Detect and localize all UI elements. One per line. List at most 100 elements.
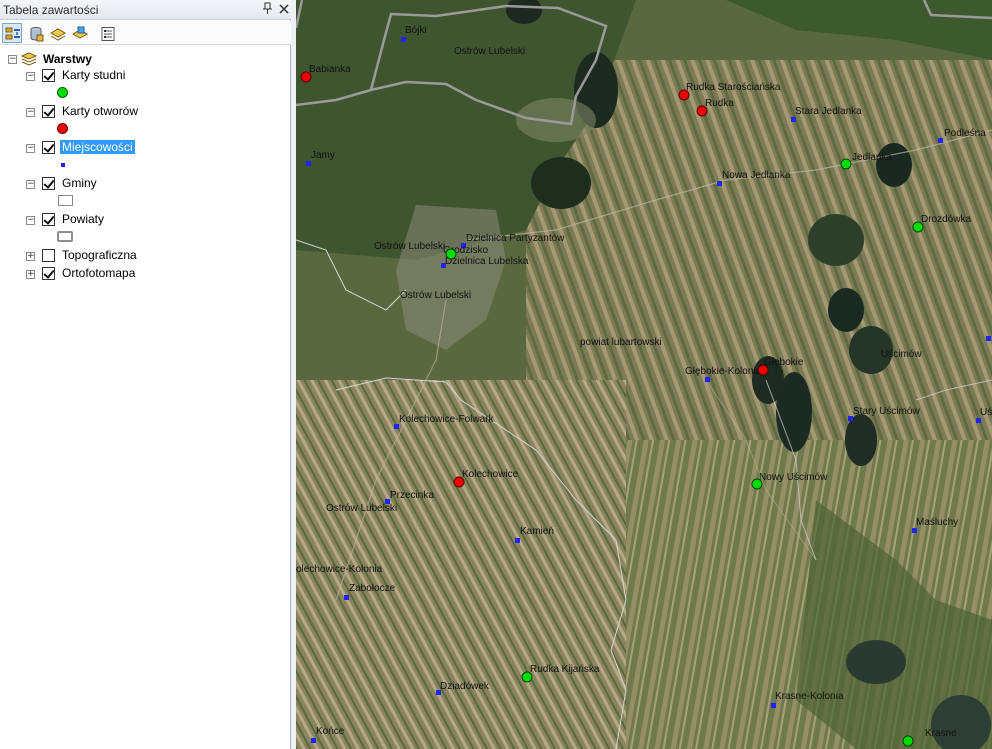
expand-toggle[interactable]: + bbox=[26, 252, 35, 261]
borehole-point[interactable] bbox=[678, 89, 690, 101]
layer-karty-otworow[interactable]: − Karty otworów bbox=[0, 104, 291, 122]
well-point[interactable] bbox=[840, 158, 852, 170]
layer-powiaty[interactable]: − Powiaty bbox=[0, 212, 291, 230]
town-marker[interactable] bbox=[515, 538, 520, 543]
well-point[interactable] bbox=[445, 248, 457, 260]
list-by-source-icon[interactable] bbox=[25, 23, 45, 43]
borehole-point[interactable] bbox=[696, 105, 708, 117]
list-by-visibility-icon[interactable] bbox=[47, 23, 67, 43]
town-label: Nowy Uścimów bbox=[759, 472, 828, 483]
town-label: Dziadówek bbox=[440, 681, 490, 692]
town-label: Głębokie-Kolonia bbox=[685, 366, 762, 377]
town-label: Jamy bbox=[311, 150, 335, 161]
town-label: Podleśna bbox=[944, 128, 986, 139]
town-label: Nowa Jedlanka bbox=[722, 170, 791, 181]
collapse-toggle[interactable]: − bbox=[26, 72, 35, 81]
district-label: powiat lubartowski bbox=[580, 337, 662, 348]
town-label: Uś bbox=[980, 407, 992, 418]
visibility-checkbox[interactable] bbox=[42, 267, 55, 280]
layer-label: Karty studni bbox=[62, 68, 126, 82]
visibility-checkbox[interactable] bbox=[42, 105, 55, 118]
town-label: Kolechowice-Folwark bbox=[399, 414, 494, 425]
town-marker[interactable] bbox=[938, 138, 943, 143]
table-of-contents-panel: Tabela zawartości − Warstwy − Karty stud… bbox=[0, 0, 291, 749]
town-label: Drozdówka bbox=[921, 214, 971, 225]
town-marker[interactable] bbox=[771, 703, 776, 708]
town-marker[interactable] bbox=[311, 738, 316, 743]
map-view[interactable]: Bójki Ostrów Lubelski Babianka Rudka Sta… bbox=[296, 0, 992, 749]
options-icon[interactable] bbox=[97, 23, 117, 43]
well-point[interactable] bbox=[902, 735, 914, 747]
borehole-point[interactable] bbox=[453, 476, 465, 488]
visibility-checkbox[interactable] bbox=[42, 177, 55, 190]
town-label: olechowice-Kolonia bbox=[296, 564, 383, 575]
town-marker[interactable] bbox=[401, 37, 406, 42]
layer-group-label: Warstwy bbox=[43, 52, 92, 66]
pin-icon[interactable] bbox=[261, 2, 275, 17]
town-label: Kolechowice bbox=[462, 469, 519, 480]
layer-gminy[interactable]: − Gminy bbox=[0, 176, 291, 194]
lake bbox=[876, 143, 912, 187]
borehole-point[interactable] bbox=[300, 71, 312, 83]
map-canvas[interactable]: Bójki Ostrów Lubelski Babianka Rudka Sta… bbox=[296, 0, 992, 749]
well-point[interactable] bbox=[751, 478, 763, 490]
town-marker[interactable] bbox=[791, 117, 796, 122]
lake bbox=[531, 157, 591, 209]
town-marker[interactable] bbox=[344, 595, 349, 600]
toc-title: Tabela zawartości bbox=[3, 3, 99, 17]
layer-karty-studni[interactable]: − Karty studni bbox=[0, 68, 291, 86]
layer-label: Gminy bbox=[62, 176, 97, 190]
list-by-drawing-order-icon[interactable] bbox=[2, 23, 22, 43]
town-label: Uścimów bbox=[881, 349, 922, 360]
lake bbox=[516, 98, 596, 142]
town-marker[interactable] bbox=[912, 528, 917, 533]
lake bbox=[846, 640, 906, 684]
lake bbox=[845, 414, 877, 466]
collapse-toggle[interactable]: − bbox=[26, 144, 35, 153]
town-label: Jedlanka bbox=[852, 152, 892, 163]
visibility-checkbox[interactable] bbox=[42, 69, 55, 82]
town-label: Ostrów Lubelski bbox=[400, 290, 471, 301]
town-label: Rudka Kijańska bbox=[530, 664, 600, 675]
visibility-checkbox[interactable] bbox=[42, 141, 55, 154]
toc-toolbar bbox=[0, 21, 291, 45]
list-by-selection-icon[interactable] bbox=[69, 23, 89, 43]
lake bbox=[808, 214, 864, 266]
town-marker[interactable] bbox=[306, 161, 311, 166]
town-label: Ostrów Lubelski bbox=[454, 46, 525, 57]
town-label: Rudka bbox=[705, 98, 734, 109]
town-label: Głębokie bbox=[764, 357, 804, 368]
town-label: Bójki bbox=[405, 25, 427, 36]
borehole-symbol-icon bbox=[57, 123, 68, 134]
visibility-checkbox[interactable] bbox=[42, 213, 55, 226]
town-marker[interactable] bbox=[717, 181, 722, 186]
town-label: Babianka bbox=[309, 64, 351, 75]
close-icon[interactable] bbox=[277, 2, 291, 17]
collapse-toggle[interactable]: − bbox=[8, 55, 17, 64]
powiat-symbol-icon bbox=[57, 231, 73, 242]
town-label: Dzielnica Partyzantów bbox=[466, 233, 565, 244]
layer-label: Miejscowości bbox=[60, 140, 135, 154]
layer-group-warstwy[interactable]: − Warstwy bbox=[0, 51, 291, 69]
town-label: Kamień bbox=[520, 526, 554, 537]
well-point[interactable] bbox=[521, 671, 533, 683]
town-marker[interactable] bbox=[976, 418, 981, 423]
collapse-toggle[interactable]: − bbox=[26, 180, 35, 189]
town-label: Krasne bbox=[925, 728, 957, 739]
collapse-toggle[interactable]: − bbox=[26, 108, 35, 117]
well-point[interactable] bbox=[912, 221, 924, 233]
collapse-toggle[interactable]: − bbox=[26, 216, 35, 225]
layer-ortofotomapa[interactable]: + Ortofotomapa bbox=[0, 266, 291, 284]
town-marker[interactable] bbox=[705, 377, 710, 382]
town-label: Stara Jedlanka bbox=[795, 106, 862, 117]
toc-title-bar: Tabela zawartości bbox=[0, 0, 291, 20]
layer-miejscowosci[interactable]: − Miejscowości bbox=[0, 140, 291, 158]
town-label: Końce bbox=[316, 726, 345, 737]
layer-topograficzna[interactable]: + Topograficzna bbox=[0, 248, 291, 266]
borehole-point[interactable] bbox=[757, 364, 769, 376]
expand-toggle[interactable]: + bbox=[26, 270, 35, 279]
visibility-checkbox[interactable] bbox=[42, 249, 55, 262]
layer-label: Ortofotomapa bbox=[62, 266, 136, 280]
town-marker[interactable] bbox=[986, 336, 991, 341]
layer-label: Powiaty bbox=[62, 212, 105, 226]
